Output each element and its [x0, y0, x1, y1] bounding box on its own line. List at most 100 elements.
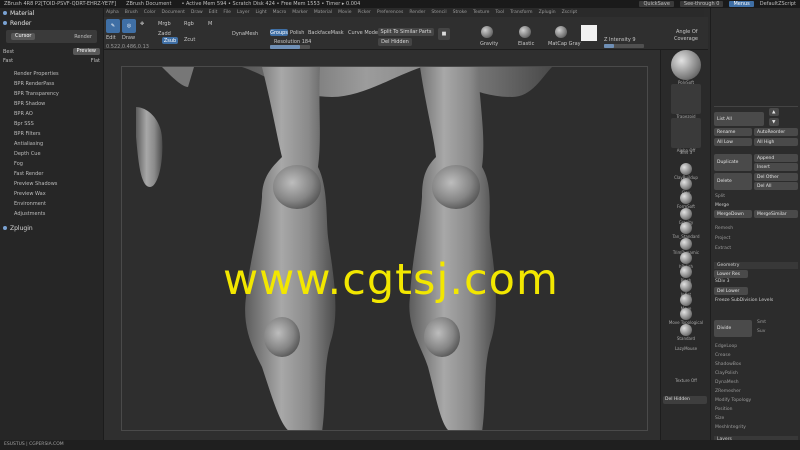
render-subpalette-item[interactable]: Adjustments [0, 209, 103, 219]
menu-item-render[interactable]: Render [409, 10, 425, 15]
menu-item-file[interactable]: File [223, 10, 231, 15]
geometry-subpalette-item[interactable]: ClayPolish [715, 371, 738, 376]
geometry-subpalette-item[interactable]: EdgeLoop [715, 344, 737, 349]
draw-button[interactable]: ◎ [122, 19, 136, 33]
remesh-label[interactable]: Remesh [715, 226, 733, 231]
render-subpalette-item[interactable]: BPR Transparency [0, 89, 103, 99]
shelf-item[interactable]: FormSoft [667, 192, 705, 209]
shelf-del-hidden-button[interactable]: Del Hidden [663, 396, 707, 404]
all-low-button[interactable]: All Low [714, 138, 752, 146]
menu-item-preferences[interactable]: Preferences [377, 10, 403, 15]
render-subpalette-item[interactable]: Depth Cue [0, 149, 103, 159]
geometry-subpalette-item[interactable]: ZRemesher [715, 389, 741, 394]
geometry-subpalette-item[interactable]: ShadowBox [715, 362, 741, 367]
rename-button[interactable]: Rename [714, 128, 752, 136]
resolution-slider-track[interactable] [270, 45, 310, 49]
list-all-button[interactable]: List All [714, 112, 764, 126]
shelf-item[interactable]: LazyMouse [667, 346, 705, 351]
freeze-subdivision-button[interactable]: Freeze SubDivision Levels [715, 298, 773, 303]
stop-button[interactable]: ■ [438, 28, 450, 40]
color-swatch[interactable] [581, 25, 597, 41]
menu-item-layer[interactable]: Layer [237, 10, 250, 15]
rgb-button[interactable]: Rgb [184, 21, 194, 27]
render-subpalette-item[interactable]: Fog [0, 159, 103, 169]
menu-item-macro[interactable]: Macro [273, 10, 287, 15]
edit-button[interactable]: ✎ [106, 19, 120, 33]
menu-item-zscript[interactable]: Zscript [562, 10, 578, 15]
all-high-button[interactable]: All High [754, 138, 798, 146]
menu-item-marker[interactable]: Marker [292, 10, 308, 15]
menu-item-stencil[interactable]: Stencil [431, 10, 446, 15]
append-button[interactable]: Append [754, 154, 798, 162]
shelf-item[interactable]: Move Topological [667, 308, 705, 325]
document-canvas[interactable] [121, 66, 648, 431]
merge-similar-button[interactable]: MergeSimilar [754, 210, 798, 218]
groups-button[interactable]: Groups [270, 29, 288, 36]
shelf-item[interactable]: PolySoft [667, 50, 705, 85]
del-all-button[interactable]: Del All [754, 182, 798, 190]
shelf-item[interactable]: Texture Off [667, 378, 705, 383]
matcap-material-icon[interactable] [555, 26, 567, 38]
mrgb-button[interactable]: Mrgb [158, 21, 171, 27]
menu-item-zplugin[interactable]: Zplugin [539, 10, 556, 15]
gravity-brush-icon[interactable] [481, 26, 493, 38]
flat-render-button[interactable]: Flat [91, 58, 100, 64]
menus-button[interactable]: Menus [729, 1, 754, 7]
m-button[interactable]: M [208, 21, 212, 27]
preview-render-button[interactable]: Preview [72, 48, 100, 55]
render-subpalette-item[interactable]: BPR Shadow [0, 99, 103, 109]
geometry-subpalette-item[interactable]: DynaMesh [715, 380, 739, 385]
curve-mode-button[interactable]: Curve Mode [348, 30, 378, 36]
merge-down-button[interactable]: MergeDown [714, 210, 752, 218]
cursor-button[interactable]: Cursor [11, 33, 36, 40]
default-script-label[interactable]: DefaultZScript [760, 1, 796, 7]
render-subpalette-item[interactable]: Antialiasing [0, 139, 103, 149]
extract-label[interactable]: Extract [715, 246, 731, 251]
insert-button[interactable]: Insert [754, 163, 798, 171]
duplicate-button[interactable]: Duplicate [714, 154, 752, 171]
menu-item-stroke[interactable]: Stroke [453, 10, 467, 15]
menu-item-transform[interactable]: Transform [510, 10, 532, 15]
del-other-button[interactable]: Del Other [754, 173, 798, 181]
z-intensity-slider[interactable] [604, 44, 644, 48]
split-label[interactable]: Split [715, 194, 725, 199]
render-subpalette-item[interactable]: Fast Render [0, 169, 103, 179]
see-through-slider[interactable]: See-through 0 [679, 1, 724, 7]
menu-item-draw[interactable]: Draw [191, 10, 203, 15]
render-subpalette-item[interactable]: Render Properties [0, 69, 103, 79]
divide-button[interactable]: Divide [714, 320, 752, 337]
menu-item-movie[interactable]: Movie [338, 10, 351, 15]
geometry-subpalette-item[interactable]: Position [715, 407, 733, 412]
arrow-up-button[interactable]: ▲ [769, 108, 779, 116]
shelf-item[interactable]: Tan_Standard [667, 222, 705, 239]
suv-toggle[interactable]: Suv [757, 329, 765, 334]
move-icon[interactable]: ✥ [140, 21, 144, 27]
geometry-subpalette-item[interactable]: Size [715, 416, 724, 421]
render-subpalette-item[interactable]: Preview Wax [0, 189, 103, 199]
render-subpalette-item[interactable]: Preview Shadows [0, 179, 103, 189]
canvas-viewport[interactable]: www.cgtsj.com [104, 50, 660, 440]
menu-item-alpha[interactable]: Alpha [106, 10, 119, 15]
menu-item-edit[interactable]: Edit [209, 10, 218, 15]
geometry-subpalette-item[interactable]: Modify Topology [715, 398, 751, 403]
render-subpalette-item[interactable]: BPR AO [0, 109, 103, 119]
sdiv-slider[interactable]: SDiv 3 [715, 279, 730, 284]
arrow-down-button[interactable]: ▼ [769, 118, 779, 126]
shelf-item[interactable]: Standard [667, 324, 705, 341]
menu-item-color[interactable]: Color [144, 10, 156, 15]
dynamesh-button[interactable]: DynaMesh [232, 31, 258, 37]
backface-mask-button[interactable]: BackfaceMask [308, 30, 344, 36]
menu-item-picker[interactable]: Picker [357, 10, 370, 15]
zcut-button[interactable]: Zcut [184, 37, 195, 43]
fast-render-button[interactable]: Fast [3, 58, 13, 64]
best-render-button[interactable]: Best [3, 49, 14, 55]
geometry-section-header[interactable]: Geometry [714, 262, 798, 269]
del-hidden-button[interactable]: Del Hidden [378, 38, 412, 46]
menu-item-light[interactable]: Light [255, 10, 266, 15]
del-lower-button[interactable]: Del Lower [714, 287, 748, 295]
render-subpalette-item[interactable]: BPR RenderPass [0, 79, 103, 89]
menu-item-document[interactable]: Document [162, 10, 185, 15]
render-subpalette-item[interactable]: Bpr SSS [0, 119, 103, 129]
material-header[interactable]: Material [0, 8, 103, 18]
zplugin-header[interactable]: Zplugin [0, 223, 103, 233]
